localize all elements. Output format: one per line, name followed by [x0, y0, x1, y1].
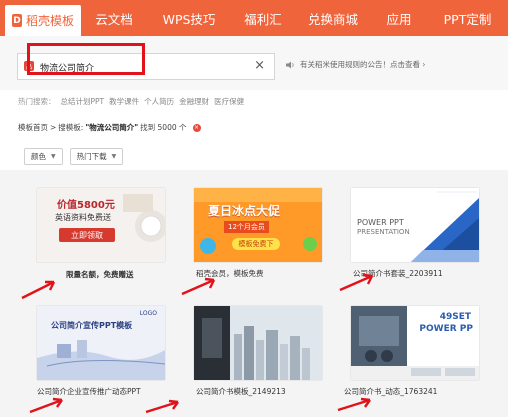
- rules-notice[interactable]: 有关稻米使用规则的公告！点击查看 ›: [286, 59, 425, 70]
- hot-search-item[interactable]: 总结计划PPT: [61, 96, 105, 107]
- clear-query-icon[interactable]: ×: [192, 123, 201, 132]
- thumb-subtitle: POWER PP: [419, 324, 473, 334]
- hot-search-item[interactable]: 金融理财: [179, 96, 209, 107]
- search-highlight-box: [27, 43, 145, 75]
- company-promo-thumbnail: [37, 306, 165, 380]
- tab-label: 应用: [386, 11, 412, 27]
- thumb-sale-title: 夏日冰点大促: [208, 204, 281, 218]
- thumb-subtitle: PRESENTATION: [357, 228, 410, 236]
- speaker-icon: [286, 61, 294, 68]
- thumb-cta: 模板免费下: [232, 238, 280, 250]
- tab-wps-tips[interactable]: WPS技巧: [147, 0, 231, 36]
- tab-label: 兑换商城: [307, 11, 358, 27]
- hot-search: 热门搜索： 总结计划PPT 教学课件 个人简历 金融理财 医疗保健: [18, 96, 244, 107]
- template-thumbnail[interactable]: 49SET POWER PP: [351, 306, 479, 380]
- tab-label: WPS技巧: [162, 11, 216, 27]
- thumb-subtitle: 12个月会员: [224, 221, 269, 233]
- hot-search-item[interactable]: 医疗保健: [214, 96, 244, 107]
- breadcrumb-prefix: 搜模板:: [58, 123, 84, 132]
- chevron-down-icon: ▼: [51, 153, 56, 160]
- city-skyline-thumbnail: [194, 306, 322, 380]
- annotation-arrow-icon: [21, 280, 56, 300]
- notice-text: 有关稻米使用规则的公告！点击查看 ›: [300, 60, 426, 69]
- tab-label: 福利汇: [244, 11, 282, 27]
- color-filter-dropdown[interactable]: 颜色 ▼: [24, 148, 63, 165]
- breadcrumb-home[interactable]: 模板首页: [18, 122, 48, 133]
- tab-welfare[interactable]: 福利汇: [231, 0, 295, 36]
- thumb-title: 49SET: [439, 312, 471, 322]
- filter-label: 热门下载: [76, 152, 107, 161]
- chevron-down-icon: ▼: [111, 153, 117, 160]
- tab-daoke-templates[interactable]: D 稻壳模板: [5, 5, 81, 36]
- tab-label: PPT定制: [443, 11, 492, 27]
- thumb-subtitle: 英语资料免费送: [55, 213, 111, 222]
- filter-bar: 颜色 ▼ 热门下载 ▼: [24, 148, 124, 165]
- hot-search-label: 热门搜索：: [18, 97, 56, 106]
- thumb-logo: LOGO: [139, 310, 157, 317]
- result-count: 找到 5000 个: [140, 123, 187, 132]
- template-caption[interactable]: 公司简介书模板_2149213: [196, 386, 286, 397]
- tab-cloud-docs[interactable]: 云文档: [81, 0, 147, 36]
- tab-ppt-custom[interactable]: PPT定制: [427, 0, 508, 36]
- template-grid: 价值5800元 英语资料免费送 立即领取 限量名额，免费赠送 夏日冰点大促 12…: [0, 170, 508, 417]
- template-thumbnail[interactable]: 公司简介宣传PPT模板 LOGO: [37, 306, 165, 380]
- daoke-logo-icon: D: [12, 14, 22, 27]
- annotation-arrow-icon: [337, 397, 371, 412]
- tab-exchange-mall[interactable]: 兑换商城: [295, 0, 371, 36]
- clear-icon[interactable]: ×: [254, 58, 265, 73]
- template-thumbnail[interactable]: POWER PPT PRESENTATION: [351, 188, 479, 262]
- breadcrumb-query: "物流公司简介": [85, 123, 139, 132]
- template-thumbnail[interactable]: 夏日冰点大促 12个月会员 模板免费下: [194, 188, 322, 262]
- tab-label: 云文档: [95, 11, 133, 27]
- top-nav: D 稻壳模板 云文档 WPS技巧 福利汇 兑换商城 应用 PPT定制: [0, 0, 508, 36]
- breadcrumb: 模板首页 > 搜模板: "物流公司简介" 找到 5000 个 ×: [18, 122, 201, 133]
- sort-filter-dropdown[interactable]: 热门下载 ▼: [69, 148, 124, 165]
- hot-search-item[interactable]: 个人简历: [144, 96, 174, 107]
- thumb-cta: 立即领取: [59, 228, 115, 242]
- annotation-arrow-icon: [181, 277, 216, 296]
- template-thumbnail[interactable]: 价值5800元 英语资料免费送 立即领取: [37, 188, 165, 262]
- annotation-arrow-icon: [145, 399, 179, 414]
- thumb-title: POWER PPT: [357, 218, 404, 227]
- template-thumbnail[interactable]: [194, 306, 322, 380]
- tab-label: 稻壳模板: [25, 14, 74, 28]
- hot-search-item[interactable]: 教学课件: [109, 96, 139, 107]
- annotation-arrow-icon: [29, 397, 63, 414]
- template-caption[interactable]: 限量名额，免费赠送: [66, 269, 134, 280]
- thumb-title: 公司简介宣传PPT模板: [51, 321, 133, 330]
- thumb-price-text: 价值5800元: [57, 200, 115, 211]
- annotation-arrow-icon: [339, 273, 374, 292]
- filter-label: 颜色: [31, 152, 46, 161]
- breadcrumb-separator: >: [50, 123, 57, 132]
- tab-apps[interactable]: 应用: [371, 0, 427, 36]
